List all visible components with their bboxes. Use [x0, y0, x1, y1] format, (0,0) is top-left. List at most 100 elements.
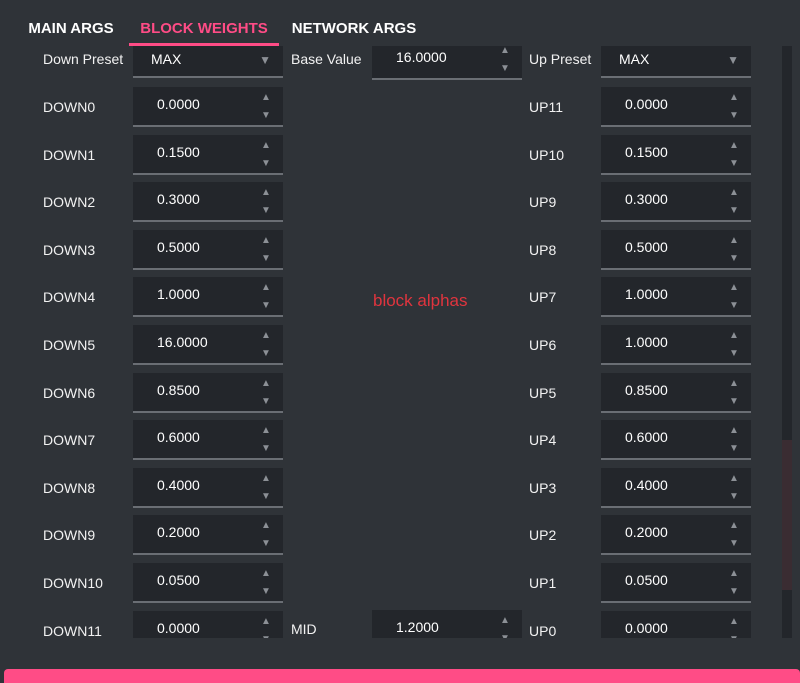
spin-down-icon[interactable]: ▼	[727, 300, 741, 312]
up-preset-select[interactable]: MAX ▼	[601, 46, 751, 78]
down-2-spinbox[interactable]: 0.3000 ▲ ▼	[133, 182, 283, 222]
spin-up-icon[interactable]: ▲	[727, 330, 741, 342]
spin-down-icon[interactable]: ▼	[727, 634, 741, 638]
spin-up-icon[interactable]: ▲	[259, 330, 273, 342]
up-1-label: UP10	[529, 147, 565, 163]
chevron-down-icon: ▼	[259, 53, 271, 67]
spin-up-icon[interactable]: ▲	[498, 615, 512, 627]
up-6-spinbox[interactable]: 0.8500 ▲ ▼	[601, 373, 751, 413]
spin-up-icon[interactable]: ▲	[727, 425, 741, 437]
tab-block-weights[interactable]: BLOCK WEIGHTS	[129, 0, 279, 46]
spin-down-icon[interactable]: ▼	[727, 253, 741, 265]
up-7-spinbox[interactable]: 0.6000 ▲ ▼	[601, 420, 751, 460]
mid-value: 1.2000	[396, 619, 439, 635]
spin-down-icon[interactable]: ▼	[259, 634, 273, 638]
up-4-value: 1.0000	[625, 286, 668, 302]
up-3-spinbox[interactable]: 0.5000 ▲ ▼	[601, 230, 751, 270]
spin-down-icon[interactable]: ▼	[259, 205, 273, 217]
spin-down-icon[interactable]: ▼	[259, 253, 273, 265]
spin-down-icon[interactable]: ▼	[498, 63, 512, 75]
up-9-spinbox[interactable]: 0.2000 ▲ ▼	[601, 515, 751, 555]
spin-up-icon[interactable]: ▲	[727, 520, 741, 532]
spin-up-icon[interactable]: ▲	[259, 378, 273, 390]
spin-down-icon[interactable]: ▼	[727, 586, 741, 598]
spin-down-icon[interactable]: ▼	[259, 586, 273, 598]
spin-up-icon[interactable]: ▲	[727, 187, 741, 199]
down-3-spinbox[interactable]: 0.5000 ▲ ▼	[133, 230, 283, 270]
up-10-spinbox[interactable]: 0.0500 ▲ ▼	[601, 563, 751, 603]
start-button[interactable]	[4, 669, 800, 683]
spin-up-icon[interactable]: ▲	[259, 140, 273, 152]
down-4-label: DOWN4	[43, 289, 96, 305]
spin-down-icon[interactable]: ▼	[727, 348, 741, 360]
spin-up-icon[interactable]: ▲	[259, 520, 273, 532]
spin-down-icon[interactable]: ▼	[727, 538, 741, 550]
spin-up-icon[interactable]: ▲	[259, 616, 273, 628]
up-0-label: UP11	[529, 99, 563, 115]
spin-down-icon[interactable]: ▼	[259, 538, 273, 550]
spin-down-icon[interactable]: ▼	[727, 110, 741, 122]
down-4-spinbox[interactable]: 1.0000 ▲ ▼	[133, 277, 283, 317]
up-4-label: UP7	[529, 289, 557, 305]
spin-down-icon[interactable]: ▼	[259, 491, 273, 503]
up-0-spinbox[interactable]: 0.0000 ▲ ▼	[601, 87, 751, 127]
down-1-spinbox[interactable]: 0.1500 ▲ ▼	[133, 135, 283, 175]
down-5-spinbox[interactable]: 16.0000 ▲ ▼	[133, 325, 283, 365]
tab-network-args[interactable]: NETWORK ARGS	[286, 0, 422, 46]
spin-up-icon[interactable]: ▲	[259, 473, 273, 485]
up-2-label: UP9	[529, 194, 557, 210]
spin-down-icon[interactable]: ▼	[727, 443, 741, 455]
spin-up-icon[interactable]: ▲	[259, 568, 273, 580]
mid-spinbox[interactable]: 1.2000 ▲ ▼	[372, 610, 522, 638]
spin-up-icon[interactable]: ▲	[727, 378, 741, 390]
spin-down-icon[interactable]: ▼	[259, 443, 273, 455]
spin-down-icon[interactable]: ▼	[498, 633, 512, 638]
down-10-spinbox[interactable]: 0.0500 ▲ ▼	[133, 563, 283, 603]
down-5-value: 16.0000	[157, 334, 208, 350]
spin-down-icon[interactable]: ▼	[259, 348, 273, 360]
spin-up-icon[interactable]: ▲	[727, 235, 741, 247]
spin-down-icon[interactable]: ▼	[259, 396, 273, 408]
up-11-label: UP0	[529, 623, 557, 638]
spin-up-icon[interactable]: ▲	[498, 46, 512, 57]
down-preset-select[interactable]: MAX ▼	[133, 46, 283, 78]
up-2-spinbox[interactable]: 0.3000 ▲ ▼	[601, 182, 751, 222]
down-1-value: 0.1500	[157, 144, 200, 160]
spin-up-icon[interactable]: ▲	[727, 140, 741, 152]
tab-main-args[interactable]: MAIN ARGS	[18, 0, 124, 46]
down-7-spinbox[interactable]: 0.6000 ▲ ▼	[133, 420, 283, 460]
up-2-value: 0.3000	[625, 191, 668, 207]
down-9-spinbox[interactable]: 0.2000 ▲ ▼	[133, 515, 283, 555]
spin-down-icon[interactable]: ▼	[727, 491, 741, 503]
spin-up-icon[interactable]: ▲	[259, 92, 273, 104]
spin-up-icon[interactable]: ▲	[727, 92, 741, 104]
spin-down-icon[interactable]: ▼	[727, 158, 741, 170]
spin-up-icon[interactable]: ▲	[259, 235, 273, 247]
spin-up-icon[interactable]: ▲	[727, 282, 741, 294]
spin-down-icon[interactable]: ▼	[727, 396, 741, 408]
up-10-label: UP1	[529, 575, 557, 591]
spin-down-icon[interactable]: ▼	[259, 300, 273, 312]
spin-up-icon[interactable]: ▲	[727, 616, 741, 628]
base-value-spinbox[interactable]: 16.0000 ▲ ▼	[372, 46, 522, 80]
down-10-label: DOWN10	[43, 575, 103, 591]
up-5-spinbox[interactable]: 1.0000 ▲ ▼	[601, 325, 751, 365]
spin-down-icon[interactable]: ▼	[727, 205, 741, 217]
spin-down-icon[interactable]: ▼	[259, 110, 273, 122]
up-4-spinbox[interactable]: 1.0000 ▲ ▼	[601, 277, 751, 317]
spin-up-icon[interactable]: ▲	[259, 187, 273, 199]
down-0-spinbox[interactable]: 0.0000 ▲ ▼	[133, 87, 283, 127]
spin-down-icon[interactable]: ▼	[259, 158, 273, 170]
down-6-label: DOWN6	[43, 385, 96, 401]
spin-up-icon[interactable]: ▲	[727, 473, 741, 485]
down-11-spinbox[interactable]: 0.0000 ▲ ▼	[133, 611, 283, 638]
down-8-spinbox[interactable]: 0.4000 ▲ ▼	[133, 468, 283, 508]
up-11-spinbox[interactable]: 0.0000 ▲ ▼	[601, 611, 751, 638]
down-6-spinbox[interactable]: 0.8500 ▲ ▼	[133, 373, 283, 413]
spin-up-icon[interactable]: ▲	[259, 282, 273, 294]
up-8-spinbox[interactable]: 0.4000 ▲ ▼	[601, 468, 751, 508]
up-1-spinbox[interactable]: 0.1500 ▲ ▼	[601, 135, 751, 175]
spin-up-icon[interactable]: ▲	[727, 568, 741, 580]
scrollbar-thumb[interactable]	[782, 440, 792, 590]
spin-up-icon[interactable]: ▲	[259, 425, 273, 437]
